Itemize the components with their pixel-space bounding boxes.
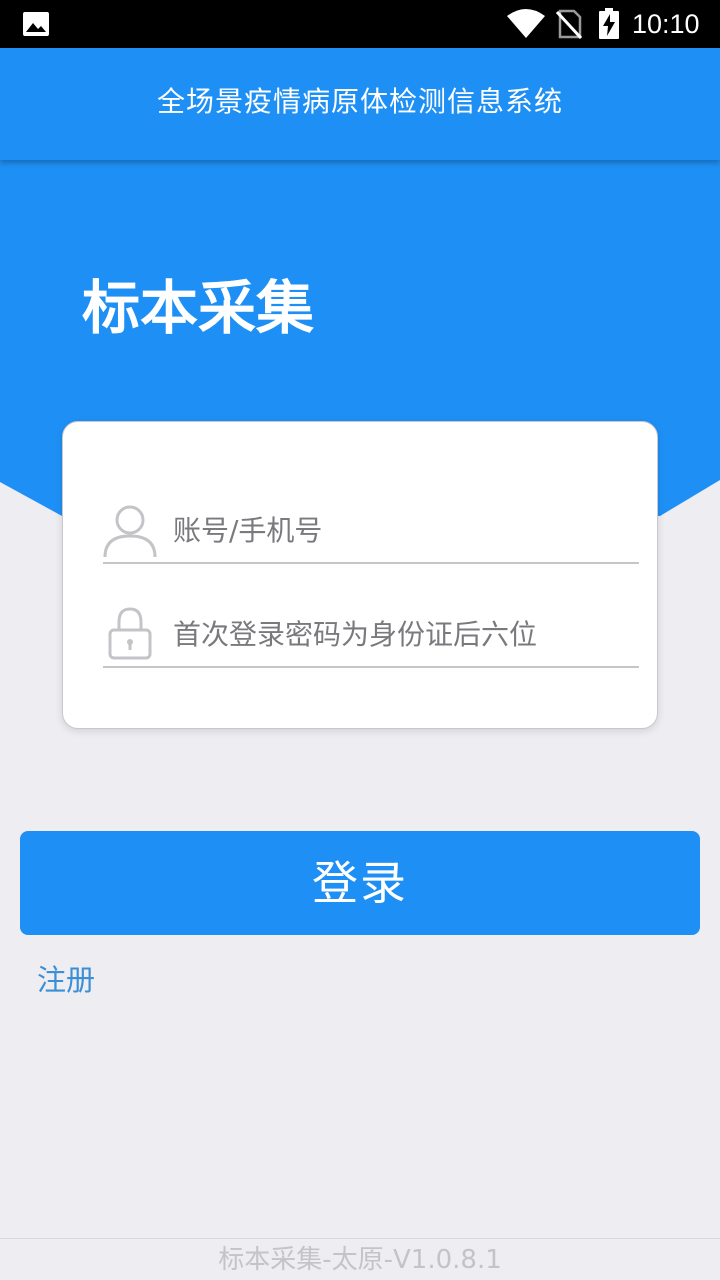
account-field[interactable] bbox=[103, 500, 639, 564]
app-title: 全场景疫情病原体检测信息系统 bbox=[156, 85, 563, 118]
footer-divider bbox=[0, 1238, 720, 1239]
user-icon bbox=[103, 505, 157, 558]
no-signal-icon bbox=[556, 9, 582, 39]
status-time: 10:10 bbox=[632, 9, 700, 39]
login-card bbox=[62, 421, 658, 729]
gallery-icon bbox=[23, 12, 49, 36]
password-field[interactable] bbox=[103, 604, 639, 668]
account-input[interactable] bbox=[173, 500, 633, 560]
battery-charging-icon bbox=[599, 8, 619, 39]
wifi-icon bbox=[507, 9, 545, 38]
status-bar: 10:10 bbox=[0, 0, 720, 48]
hero-title: 标本采集 bbox=[82, 274, 315, 342]
login-button[interactable]: 登录 bbox=[20, 831, 700, 935]
app-bar: 全场景疫情病原体检测信息系统 bbox=[0, 48, 720, 160]
version-label: 标本采集-太原-V1.0.8.1 bbox=[218, 1245, 502, 1275]
lock-icon bbox=[108, 607, 152, 660]
register-link[interactable]: 注册 bbox=[37, 960, 95, 1000]
password-input[interactable] bbox=[173, 604, 633, 664]
